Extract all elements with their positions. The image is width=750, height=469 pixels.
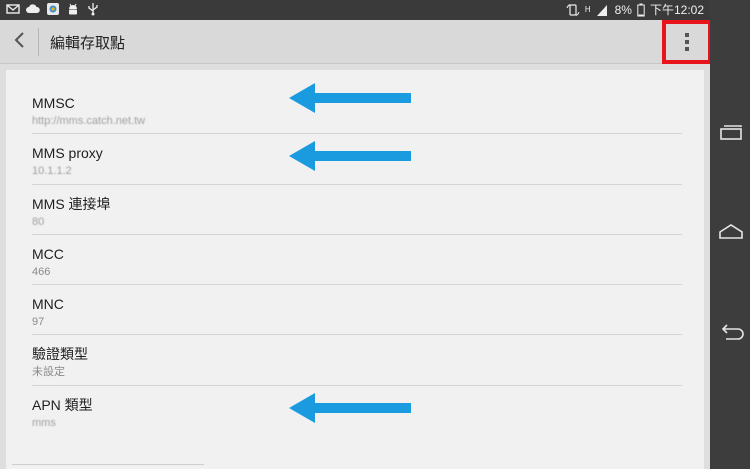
battery-percent: 8% <box>614 3 632 17</box>
field-value: 80 <box>32 215 45 228</box>
gmail-icon <box>6 2 20 16</box>
status-bar: H 8% 下午12:02 <box>0 0 710 20</box>
field-value: 97 <box>32 316 45 329</box>
recent-apps-button[interactable] <box>717 121 745 147</box>
annotation-arrow-mmsc <box>289 83 411 113</box>
field-mcc[interactable]: MCC 466 <box>32 235 682 286</box>
page-title: 編輯存取點 <box>50 35 126 52</box>
chevron-left-icon <box>13 31 27 54</box>
rotate-lock-icon <box>566 3 580 17</box>
clock: 下午12:02 <box>649 3 704 17</box>
back-icon <box>718 323 744 346</box>
field-mms-port[interactable]: MMS 連接埠 80 <box>32 185 682 235</box>
recent-apps-icon <box>718 123 744 146</box>
field-mnc[interactable]: MNC 97 <box>32 285 682 336</box>
home-icon <box>718 223 744 246</box>
signal-icon <box>596 3 610 17</box>
bottom-edge <box>12 464 204 469</box>
overflow-menu-button[interactable] <box>662 20 712 64</box>
action-bar: 編輯存取點 <box>0 20 712 64</box>
field-value: 466 <box>32 265 51 278</box>
field-title: MNC <box>32 296 64 313</box>
more-vertical-icon <box>685 33 689 51</box>
field-title: MCC <box>32 245 64 262</box>
home-button[interactable] <box>717 221 745 247</box>
annotation-arrow-mms-proxy <box>289 141 411 171</box>
battery-icon <box>637 3 645 17</box>
usb-icon <box>86 2 100 16</box>
nav-back-button[interactable] <box>717 321 745 347</box>
field-auth-type[interactable]: 驗證類型 未設定 <box>32 335 682 386</box>
field-title: MMS 連接埠 <box>32 195 111 212</box>
field-title: 驗證類型 <box>32 346 88 363</box>
navigation-bar <box>710 0 750 469</box>
annotation-arrow-apn-type <box>289 393 411 423</box>
back-button[interactable] <box>6 28 34 56</box>
android-icon <box>66 2 80 16</box>
apn-field-list: MMSC http://mms.catch.net.tw MMS proxy 1… <box>32 84 682 436</box>
cloud-icon <box>26 2 40 16</box>
field-value: 未設定 <box>32 366 65 379</box>
action-bar-divider <box>38 28 39 56</box>
network-indicator: H <box>584 5 591 14</box>
app-icon <box>46 2 60 16</box>
field-value: http://mms.catch.net.tw <box>32 115 146 127</box>
